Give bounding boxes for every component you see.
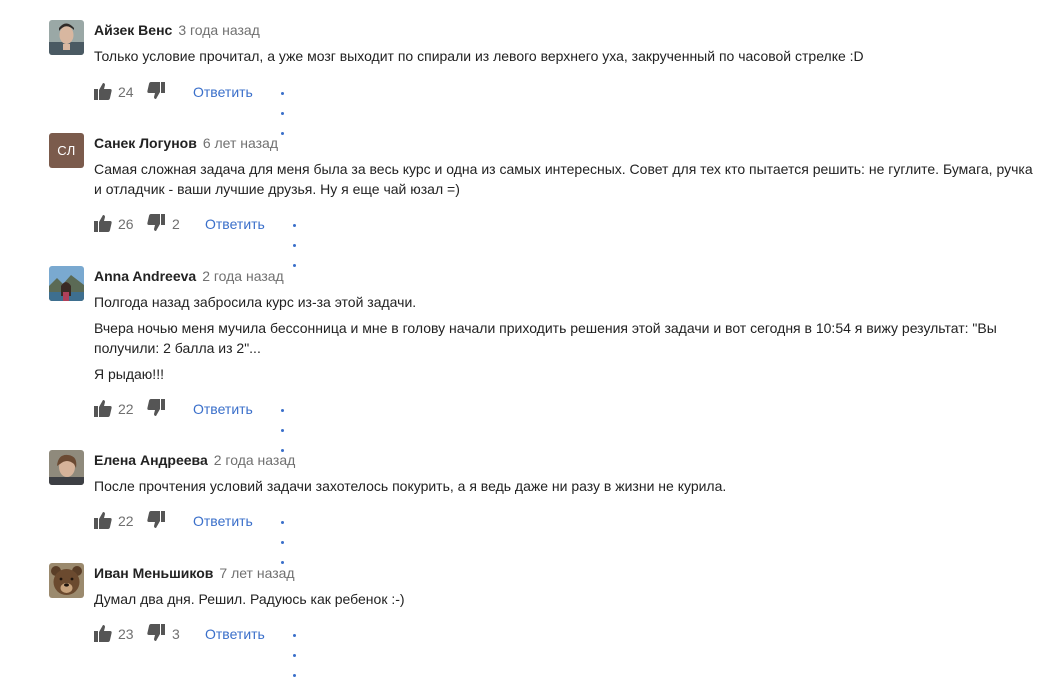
comment-paragraph: После прочтения условий задачи захотелос… <box>94 478 727 494</box>
comment-paragraph: Думал два дня. Решил. Радуюсь как ребено… <box>94 591 405 607</box>
more-dots-icon <box>281 511 286 571</box>
thumbs-down-icon <box>147 82 165 99</box>
dislike-count: 2 <box>172 216 180 232</box>
comment-paragraph: Только условие прочитал, а уже мозг выхо… <box>94 48 864 64</box>
comment-paragraph: Вчера ночью меня мучила бессонница и мне… <box>94 320 997 356</box>
more-options-button[interactable] <box>293 624 298 684</box>
dislike-button[interactable] <box>147 214 165 232</box>
more-dots-icon <box>293 214 298 274</box>
avatar[interactable]: СЛ <box>49 133 84 168</box>
like-button[interactable] <box>94 511 112 529</box>
like-count: 22 <box>118 513 134 529</box>
avatar[interactable] <box>49 563 84 598</box>
thumbs-up-icon <box>94 215 112 232</box>
more-dots-icon <box>281 82 286 142</box>
avatar-initials: СЛ <box>49 133 84 168</box>
comment-header: Anna Andreeva 2 года назад <box>94 267 284 285</box>
more-dots-icon <box>281 399 286 459</box>
thumbs-up-icon <box>94 625 112 642</box>
avatar[interactable] <box>49 266 84 301</box>
author-name[interactable]: Айзек Венс <box>94 22 172 38</box>
like-count: 22 <box>118 401 134 417</box>
comment-header: Санек Логунов 6 лет назад <box>94 134 278 152</box>
like-button[interactable] <box>94 624 112 642</box>
thumbs-up-icon <box>94 400 112 417</box>
more-dots-icon <box>293 624 298 684</box>
comment-text: Думал два дня. Решил. Радуюсь как ребено… <box>94 589 1044 609</box>
reply-button[interactable]: Ответить <box>193 399 253 419</box>
like-count: 26 <box>118 216 134 232</box>
comment-paragraph: Я рыдаю!!! <box>94 366 164 382</box>
comment-text: Только условие прочитал, а уже мозг выхо… <box>94 46 1044 66</box>
like-count: 24 <box>118 84 134 100</box>
comment-time[interactable]: 6 лет назад <box>203 135 278 151</box>
comment-time[interactable]: 2 года назад <box>214 452 296 468</box>
more-options-button[interactable] <box>281 399 286 459</box>
more-options-button[interactable] <box>281 511 286 571</box>
author-name[interactable]: Елена Андреева <box>94 452 208 468</box>
avatar-photo <box>49 450 84 485</box>
thumbs-down-icon <box>147 624 165 641</box>
like-button[interactable] <box>94 82 112 100</box>
comment-header: Айзек Венс 3 года назад <box>94 21 260 39</box>
comment-header: Елена Андреева 2 года назад <box>94 451 295 469</box>
comment-time[interactable]: 7 лет назад <box>219 565 294 581</box>
comment-text: Полгода назад забросила курс из-за этой … <box>94 292 1029 384</box>
thumbs-up-icon <box>94 83 112 100</box>
dislike-button[interactable] <box>147 511 165 529</box>
reply-button[interactable]: Ответить <box>193 511 253 531</box>
comment-text: После прочтения условий задачи захотелос… <box>94 476 1044 496</box>
dislike-button[interactable] <box>147 82 165 100</box>
avatar-photo <box>49 266 84 301</box>
dislike-button[interactable] <box>147 399 165 417</box>
dislike-button[interactable] <box>147 624 165 642</box>
comment-time[interactable]: 2 года назад <box>202 268 284 284</box>
like-count: 23 <box>118 626 134 642</box>
thumbs-up-icon <box>94 512 112 529</box>
avatar-photo <box>49 563 84 598</box>
dislike-count: 3 <box>172 626 180 642</box>
author-name[interactable]: Иван Меньшиков <box>94 565 213 581</box>
comment-text: Самая сложная задача для меня была за ве… <box>94 159 1044 199</box>
reply-button[interactable]: Ответить <box>205 214 265 234</box>
comment-paragraph: Полгода назад забросила курс из-за этой … <box>94 294 417 310</box>
comment-paragraph: Самая сложная задача для меня была за ве… <box>94 161 1033 197</box>
avatar-photo <box>49 20 84 55</box>
like-button[interactable] <box>94 214 112 232</box>
comment-time[interactable]: 3 года назад <box>178 22 260 38</box>
author-name[interactable]: Санек Логунов <box>94 135 197 151</box>
reply-button[interactable]: Ответить <box>193 82 253 102</box>
more-options-button[interactable] <box>293 214 298 274</box>
comment-header: Иван Меньшиков 7 лет назад <box>94 564 295 582</box>
thumbs-down-icon <box>147 214 165 231</box>
like-button[interactable] <box>94 399 112 417</box>
author-name[interactable]: Anna Andreeva <box>94 268 196 284</box>
more-options-button[interactable] <box>281 82 286 142</box>
thumbs-down-icon <box>147 511 165 528</box>
thumbs-down-icon <box>147 399 165 416</box>
avatar[interactable] <box>49 20 84 55</box>
avatar[interactable] <box>49 450 84 485</box>
reply-button[interactable]: Ответить <box>205 624 265 644</box>
